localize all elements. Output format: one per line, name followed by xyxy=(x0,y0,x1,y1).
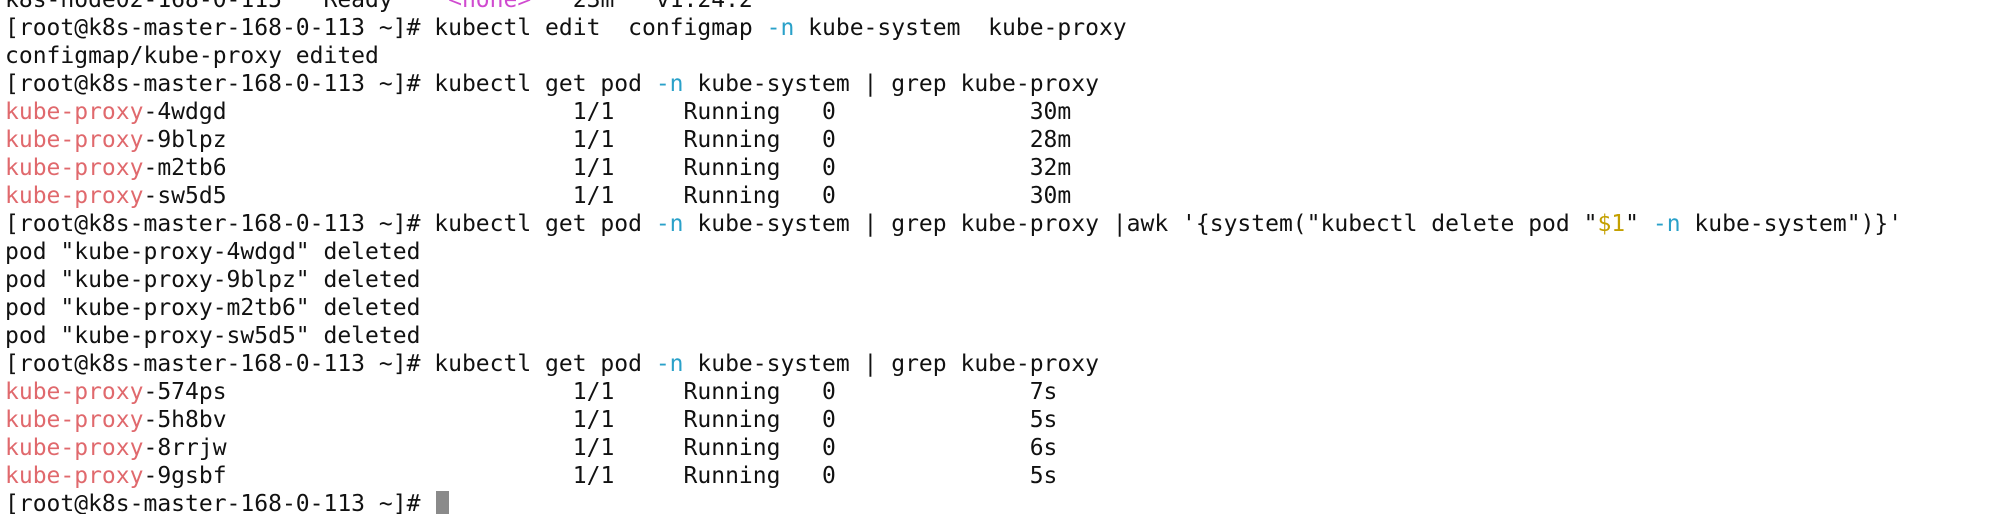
text-segment: 23m v1.24.2 xyxy=(531,0,753,13)
text-segment: pod "kube-proxy-9blpz" deleted xyxy=(5,267,421,293)
terminal-output[interactable]: k8s-node02-168-0-115 Ready <none> 23m v1… xyxy=(0,0,2000,514)
text-match: kube-proxy xyxy=(5,155,144,181)
text-segment: -sw5d5 1/1 Running 0 30m xyxy=(143,183,1072,209)
terminal-line: k8s-node02-168-0-115 Ready <none> 23m v1… xyxy=(0,0,2000,14)
terminal-line: kube-proxy-8rrjw 1/1 Running 0 6s xyxy=(0,434,2000,462)
text-segment: kube-system | grep kube-proxy xyxy=(683,351,1099,377)
text-segment: " xyxy=(1625,211,1653,237)
terminal-line: [root@k8s-master-168-0-113 ~]# kubectl g… xyxy=(0,350,2000,378)
terminal-line: [root@k8s-master-168-0-113 ~]# xyxy=(0,490,2000,514)
terminal-cursor xyxy=(436,491,450,514)
text-flag: -n xyxy=(655,211,684,237)
text-segment: kube-system | grep kube-proxy |awk '{sys… xyxy=(683,211,1598,237)
text-variable: $1 xyxy=(1597,211,1626,237)
text-segment: -9blpz 1/1 Running 0 28m xyxy=(143,127,1072,153)
terminal-line: [root@k8s-master-168-0-113 ~]# kubectl e… xyxy=(0,14,2000,42)
terminal-line: pod "kube-proxy-9blpz" deleted xyxy=(0,266,2000,294)
terminal-line: pod "kube-proxy-4wdgd" deleted xyxy=(0,238,2000,266)
text-match: kube-proxy xyxy=(5,407,144,433)
text-match: kube-proxy xyxy=(5,463,144,489)
text-segment: pod "kube-proxy-4wdgd" deleted xyxy=(5,239,421,265)
terminal-line: kube-proxy-m2tb6 1/1 Running 0 32m xyxy=(0,154,2000,182)
terminal-line: pod "kube-proxy-m2tb6" deleted xyxy=(0,294,2000,322)
terminal-line: kube-proxy-9gsbf 1/1 Running 0 5s xyxy=(0,462,2000,490)
terminal-line: kube-proxy-574ps 1/1 Running 0 7s xyxy=(0,378,2000,406)
text-segment: -m2tb6 1/1 Running 0 32m xyxy=(143,155,1072,181)
terminal-line: kube-proxy-5h8bv 1/1 Running 0 5s xyxy=(0,406,2000,434)
text-segment: pod "kube-proxy-m2tb6" deleted xyxy=(5,295,421,321)
terminal-line: kube-proxy-sw5d5 1/1 Running 0 30m xyxy=(0,182,2000,210)
text-flag: -n xyxy=(1652,211,1681,237)
text-segment: [root@k8s-master-168-0-113 ~]# kubectl e… xyxy=(5,15,767,41)
terminal-line: [root@k8s-master-168-0-113 ~]# kubectl g… xyxy=(0,210,2000,238)
text-match: kube-proxy xyxy=(5,435,144,461)
terminal-line: kube-proxy-4wdgd 1/1 Running 0 30m xyxy=(0,98,2000,126)
terminal-line: configmap/kube-proxy edited xyxy=(0,42,2000,70)
terminal-line: kube-proxy-9blpz 1/1 Running 0 28m xyxy=(0,126,2000,154)
text-segment: [root@k8s-master-168-0-113 ~]# kubectl g… xyxy=(5,211,656,237)
text-segment: -4wdgd 1/1 Running 0 30m xyxy=(143,99,1072,125)
text-segment: -9gsbf 1/1 Running 0 5s xyxy=(143,463,1058,489)
text-segment: configmap/kube-proxy edited xyxy=(5,43,379,69)
text-segment: -5h8bv 1/1 Running 0 5s xyxy=(143,407,1058,433)
text-match: kube-proxy xyxy=(5,127,144,153)
text-segment: [root@k8s-master-168-0-113 ~]# kubectl g… xyxy=(5,71,656,97)
text-flag: -n xyxy=(655,71,684,97)
text-segment: -574ps 1/1 Running 0 7s xyxy=(143,379,1058,405)
text-match: kube-proxy xyxy=(5,183,144,209)
text-segment: k8s-node02-168-0-115 Ready xyxy=(5,0,449,13)
text-match: kube-proxy xyxy=(5,379,144,405)
text-segment: -8rrjw 1/1 Running 0 6s xyxy=(143,435,1058,461)
text-segment: [root@k8s-master-168-0-113 ~]# xyxy=(5,491,435,514)
text-segment: kube-system kube-proxy xyxy=(794,15,1127,41)
text-segment: kube-system | grep kube-proxy xyxy=(683,71,1099,97)
text-segment: [root@k8s-master-168-0-113 ~]# kubectl g… xyxy=(5,351,656,377)
text-partial: <none> xyxy=(448,0,532,13)
text-segment: pod "kube-proxy-sw5d5" deleted xyxy=(5,323,421,349)
terminal-line: [root@k8s-master-168-0-113 ~]# kubectl g… xyxy=(0,70,2000,98)
terminal-line: pod "kube-proxy-sw5d5" deleted xyxy=(0,322,2000,350)
text-segment: kube-system")}' xyxy=(1680,211,1903,237)
text-flag: -n xyxy=(766,15,795,41)
text-match: kube-proxy xyxy=(5,99,144,125)
text-flag: -n xyxy=(655,351,684,377)
